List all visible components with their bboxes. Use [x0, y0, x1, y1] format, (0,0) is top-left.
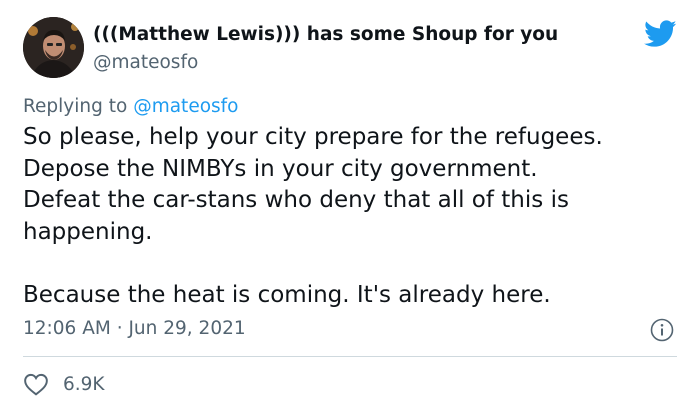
info-icon[interactable]	[650, 318, 674, 342]
reply-prefix: Replying to	[23, 96, 128, 117]
avatar[interactable]	[23, 17, 84, 78]
heart-icon	[24, 373, 48, 396]
user-handle[interactable]: @mateosfo	[93, 52, 198, 73]
tweet-body: So please, help your city prepare for th…	[23, 122, 683, 311]
tweet-card: (((Matthew Lewis))) has some Shoup for y…	[0, 0, 700, 411]
tweet-paragraph: So please, help your city prepare for th…	[23, 124, 603, 245]
tweet-paragraph: Because the heat is coming. It's already…	[23, 281, 551, 308]
tweet-timestamp[interactable]: 12:06 AM · Jun 29, 2021	[23, 318, 246, 339]
reply-mention-link[interactable]: @mateosfo	[133, 96, 238, 117]
display-name[interactable]: (((Matthew Lewis))) has some Shoup for y…	[93, 24, 558, 45]
like-count: 6.9K	[63, 373, 105, 395]
divider	[23, 356, 677, 357]
reply-context: Replying to @mateosfo	[23, 96, 239, 117]
like-button[interactable]: 6.9K	[23, 372, 105, 396]
twitter-bird-icon[interactable]	[644, 20, 677, 48]
